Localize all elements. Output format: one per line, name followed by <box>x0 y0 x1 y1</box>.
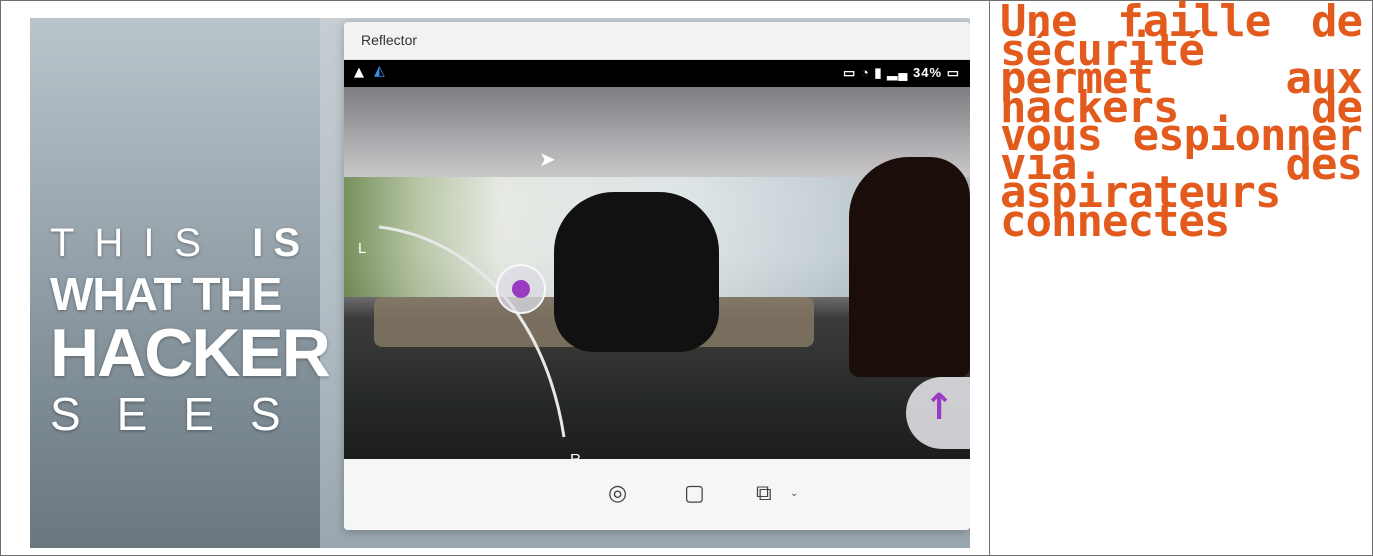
fullscreen-icon[interactable]: ▢ <box>684 481 705 506</box>
window-title: Reflector <box>361 32 418 48</box>
warning-icon: ▲ <box>354 65 364 80</box>
forward-button[interactable]: ↑ <box>906 377 970 449</box>
chevron-down-icon[interactable]: ⌄ <box>790 488 798 499</box>
mouse-cursor-icon: ➤ <box>539 147 556 171</box>
promo-line1: THIS <box>50 221 222 265</box>
headline-text: Une faille de sécurité permet aux hacker… <box>1000 0 1363 247</box>
dog <box>849 157 970 377</box>
battery-percent: 34% <box>913 65 943 80</box>
promo-line3: HACKER <box>50 315 331 391</box>
video-screenshot: THIS IS WHAT THE HACKER SEES Reflector ▲… <box>30 18 970 548</box>
promo-line1b: IS <box>252 221 311 265</box>
steering-joystick[interactable] <box>496 264 546 314</box>
battery-icon: ▮ <box>874 65 883 80</box>
window-titlebar[interactable]: Reflector <box>344 22 970 60</box>
status-right: ▭ ◔ ▮ ▂▄ 34% ▭ <box>843 65 960 81</box>
signal-icon: ▂▄ <box>887 65 909 80</box>
reflector-toolbar: ◎ ▢ ⧉ ⌄ <box>344 459 970 530</box>
joystick-right-label: R <box>570 451 581 459</box>
laptop-icon: ▭ <box>843 65 857 80</box>
camera-icon[interactable]: ◎ <box>608 481 627 506</box>
steering-arc <box>378 225 566 438</box>
promo-line4: SEES <box>50 388 317 440</box>
camera-feed[interactable]: L R ➤ ↑ <box>344 87 970 459</box>
phone-status-bar: ▲ ◭ ▭ ◔ ▮ ▂▄ 34% ▭ <box>344 60 970 87</box>
joystick-left-label: L <box>358 240 367 257</box>
arrow-up-icon: ↑ <box>924 387 955 428</box>
column-divider <box>989 0 990 556</box>
app-notification-icon: ◭ <box>374 63 385 79</box>
cast-icon[interactable]: ⧉ <box>756 481 772 506</box>
battery-level-icon: ▭ <box>946 65 960 80</box>
reflector-window[interactable]: Reflector ▲ ◭ ▭ ◔ ▮ ▂▄ 34% ▭ L ➤ ↑ ◎ ▢ ⧉… <box>344 22 970 530</box>
promo-line2: WHAT THE <box>50 268 282 320</box>
promo-text: THIS IS WHAT THE HACKER SEES <box>50 218 350 442</box>
wifi-icon: ◔ <box>860 65 870 80</box>
